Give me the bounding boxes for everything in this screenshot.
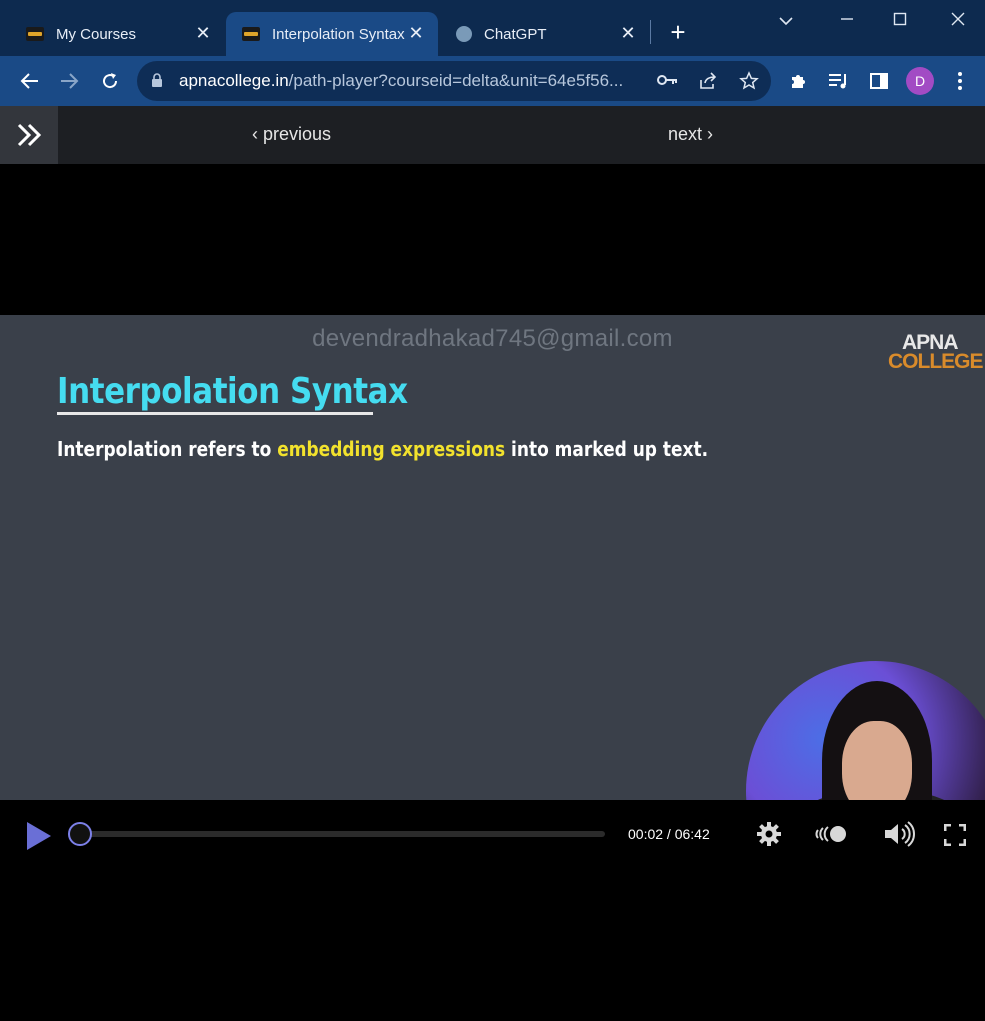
fullscreen-icon[interactable] [943,823,967,851]
back-arrow-icon[interactable] [17,68,43,94]
extensions-puzzle-icon[interactable] [786,68,812,94]
email-watermark: devendradhakad745@gmail.com [312,325,673,352]
video-letterbox-top [0,164,985,315]
address-bar[interactable]: apnacollege.in/path-player?courseid=delt… [137,61,771,101]
new-tab-plus-icon[interactable]: + [666,18,690,46]
time-display: 00:02 / 06:42 [628,826,710,842]
tab-close-icon[interactable]: ✕ [618,23,638,43]
video-frame[interactable]: devendradhakad745@gmail.com APNA COLLEGE… [0,315,985,800]
instructor-webcam-overlay [746,661,985,800]
browser-toolbar: apnacollege.in/path-player?courseid=delt… [0,56,985,106]
chevron-right-icon: › [702,124,714,144]
apna-college-favicon-icon [26,27,44,41]
url-text[interactable]: apnacollege.in/path-player?courseid=delt… [179,71,623,91]
slide-body-text: Interpolation refers to embedding expres… [57,437,708,461]
tab-close-icon[interactable]: ✕ [406,23,426,43]
forward-arrow-icon[interactable] [56,68,82,94]
playback-speed-icon[interactable] [815,824,849,849]
slide-text-before: Interpolation refers to [57,437,278,461]
next-lesson-link[interactable]: next › [668,124,713,145]
media-playlist-icon[interactable] [826,68,852,94]
lock-icon[interactable] [151,73,163,93]
url-path: /path-player?courseid=delta&unit=64e5f56… [288,71,624,90]
key-icon[interactable] [657,73,679,92]
tab-close-icon[interactable]: ✕ [193,23,213,43]
tab-title: Interpolation Syntax [272,25,405,43]
slide-text-highlight: embedding expressions [277,437,506,461]
apna-college-logo: APNA COLLEGE [888,332,984,373]
previous-lesson-link[interactable]: ‹ previous [252,124,331,145]
player-navigation-bar: ‹ previous next › [0,106,985,164]
profile-avatar[interactable]: D [906,67,934,95]
maximize-icon[interactable] [885,6,915,34]
slide-text-after: into marked up text. [505,437,709,461]
title-underline [57,412,373,415]
tab-search-chevron-icon[interactable] [771,6,801,34]
settings-gear-icon[interactable] [756,821,782,852]
share-icon[interactable] [698,71,718,96]
close-window-icon[interactable] [943,6,973,34]
bookmark-star-icon[interactable] [739,71,759,96]
expand-sidebar-double-chevron-icon[interactable] [0,106,58,164]
logo-line-2: COLLEGE [888,350,984,373]
minimize-icon[interactable] [832,6,862,34]
video-controls-bar: 00:02 / 06:42 [0,800,985,1021]
tab-interpolation-syntax[interactable]: Interpolation Syntax ✕ [226,12,438,56]
volume-speaker-icon[interactable] [883,820,915,853]
tab-separator [650,20,651,44]
reload-icon[interactable] [97,68,123,94]
progress-scrubber-handle[interactable] [68,822,92,846]
tab-title: ChatGPT [484,25,547,43]
tab-my-courses[interactable]: My Courses ✕ [0,12,225,56]
tab-title: My Courses [56,25,137,43]
chatgpt-favicon-icon [456,26,472,42]
apna-college-favicon-icon [242,27,260,41]
url-domain: apnacollege.in [179,71,289,90]
previous-label: previous [263,124,332,144]
play-icon[interactable] [26,821,52,856]
side-panel-icon[interactable] [866,68,892,94]
tab-chatgpt[interactable]: ChatGPT ✕ [438,12,650,56]
chevron-left-icon: ‹ [252,124,263,144]
more-menu-icon[interactable] [947,68,973,94]
next-label: next [668,124,703,144]
progress-track[interactable] [80,831,605,837]
browser-tab-strip: My Courses ✕ Interpolation Syntax ✕ Chat… [0,0,985,56]
slide-title: Interpolation Syntax [57,371,408,412]
